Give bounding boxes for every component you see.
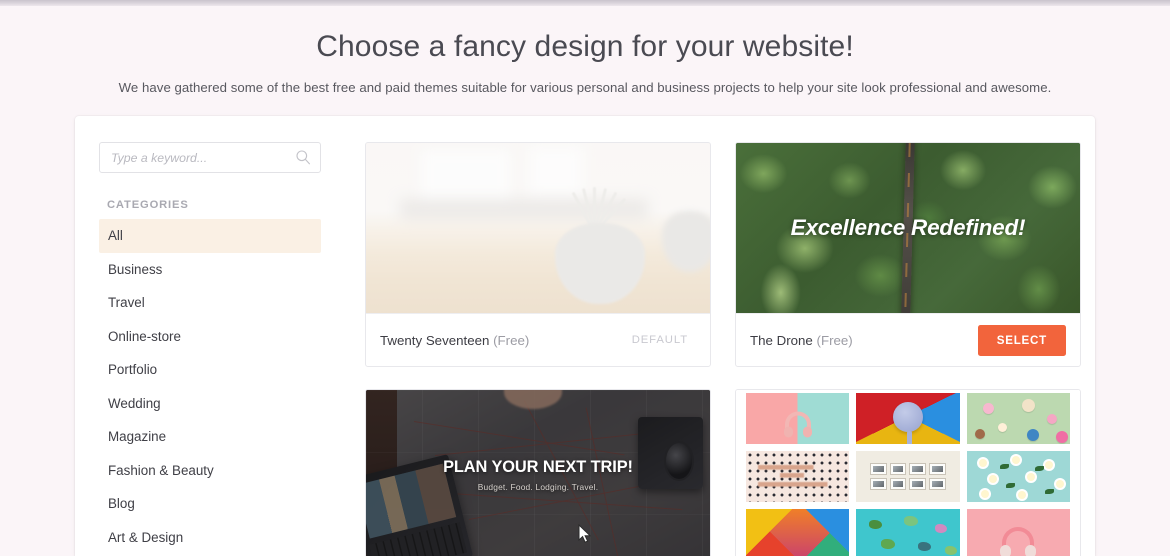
sidebar: CATEGORIES All Business Travel Online-st… [75,116,345,556]
theme-card-twenty-seventeen[interactable]: Twenty Seventeen (Free) DEFAULT [365,142,711,367]
daisy [981,489,990,498]
mosaic-photo-headphones-pink [966,509,1070,556]
toy-dinosaur [918,541,932,551]
daisy [1026,473,1035,482]
preview-fade-overlay [366,143,710,313]
search-field-wrapper [99,142,321,173]
headphones-icon [1000,526,1037,556]
search-input[interactable] [99,142,321,173]
theme-overlay-text: PLAN YOUR NEXT TRIP! Budget. Food. Lodgi… [366,458,710,492]
theme-preview-image[interactable]: PLAN YOUR NEXT TRIP! Budget. Food. Lodgi… [366,390,710,556]
leaf [999,464,1009,470]
theme-card-the-drone[interactable]: Excellence Redefined! The Drone (Free) S… [735,142,1081,367]
theme-card-footer: The Drone (Free) SELECT [736,313,1080,366]
theme-preview-image[interactable]: Excellence Redefined! [736,143,1080,313]
theme-card-footer: Twenty Seventeen (Free) DEFAULT [366,313,710,366]
candy-dot [1055,430,1068,443]
candy-dot [1047,414,1058,425]
theme-grid: Twenty Seventeen (Free) DEFAULT Excellen… [365,142,1081,556]
sidebar-item-magazine[interactable]: Magazine [99,420,321,454]
theme-title: The Drone (Free) [750,333,853,348]
picture-frame [929,463,947,475]
daisy [1018,490,1027,499]
theme-picker-panel: CATEGORIES All Business Travel Online-st… [75,116,1095,556]
sidebar-item-art-design[interactable]: Art & Design [99,521,321,555]
sidebar-item-portfolio[interactable]: Portfolio [99,353,321,387]
theme-grid-area: Twenty Seventeen (Free) DEFAULT Excellen… [345,116,1095,556]
sidebar-item-business[interactable]: Business [99,253,321,287]
toy-dinosaur [868,520,882,530]
daisy [989,475,998,484]
mosaic-photo-daisies-teal [966,451,1070,502]
picture-frame [929,477,947,490]
frame-grid [869,463,947,490]
mosaic-photo-headphones-pastel [746,393,850,444]
mosaic-photo-framed-pictures [856,451,960,502]
theme-card-mosaic[interactable] [735,389,1081,556]
category-list: All Business Travel Online-store Portfol… [99,219,321,554]
sidebar-item-online-store[interactable]: Online-store [99,320,321,354]
candy-dot [974,428,985,439]
leaf [1034,466,1044,472]
daisy [1055,479,1064,488]
picture-frame [909,477,927,490]
theme-overlay-subtitle: Budget. Food. Lodging. Travel. [477,482,599,492]
mosaic-photo-geometric-mural [746,509,850,556]
toy-dinosaur [903,516,918,527]
photo-mosaic [746,393,1070,556]
candy-dot [1022,399,1036,413]
daisy [979,459,988,468]
categories-heading: CATEGORIES [107,199,189,211]
page-subtitle: We have gathered some of the best free a… [118,79,1052,95]
mosaic-photo-dinosaur-toys [856,509,960,556]
theme-price-text: (Free) [493,332,530,348]
mosaic-photo-cup-primary-colors [856,393,960,444]
mosaic-photo-sweets-green [966,393,1070,444]
theme-preview-image[interactable] [736,390,1080,556]
cup-shape [892,402,923,444]
candy-dot [1026,428,1039,441]
theme-overlay-title: Excellence Redefined! [790,215,1026,240]
sidebar-item-all[interactable]: All [99,219,321,253]
leaf [1005,482,1015,488]
cookie-lettering [758,462,837,491]
sidebar-item-travel[interactable]: Travel [99,286,321,320]
theme-price-text: (Free) [816,332,853,348]
daisy [1045,461,1054,470]
sidebar-item-blog[interactable]: Blog [99,487,321,521]
headphones-icon [783,411,812,438]
sidebar-item-fashion-beauty[interactable]: Fashion & Beauty [99,454,321,488]
page-header: Choose a fancy design for your website! … [0,0,1170,95]
theme-preview-image[interactable] [366,143,710,313]
browser-chrome-strip [0,0,1170,6]
status-badge: DEFAULT [631,334,688,346]
daisy [1012,456,1021,465]
picture-frame [869,463,887,475]
page-title: Choose a fancy design for your website! [316,30,854,63]
toy-dinosaur [934,524,947,534]
theme-name-text: Twenty Seventeen [380,332,490,348]
theme-card-travel[interactable]: PLAN YOUR NEXT TRIP! Budget. Food. Lodgi… [365,389,711,556]
theme-overlay-title: PLAN YOUR NEXT TRIP! [443,458,633,476]
picture-frame [869,477,887,490]
toy-dinosaur [881,538,896,549]
picture-frame [889,463,907,475]
theme-title: Twenty Seventeen (Free) [380,333,529,348]
candy-dot [997,422,1007,432]
sidebar-item-wedding[interactable]: Wedding [99,387,321,421]
theme-name-text: The Drone [750,332,813,348]
toy-dinosaur [945,545,958,555]
mosaic-photo-polkadot-lettering [746,451,850,502]
candy-dot [983,403,995,415]
picture-frame [909,463,927,475]
picture-frame [889,477,907,490]
leaf [1045,488,1055,494]
select-button[interactable]: SELECT [977,324,1066,356]
